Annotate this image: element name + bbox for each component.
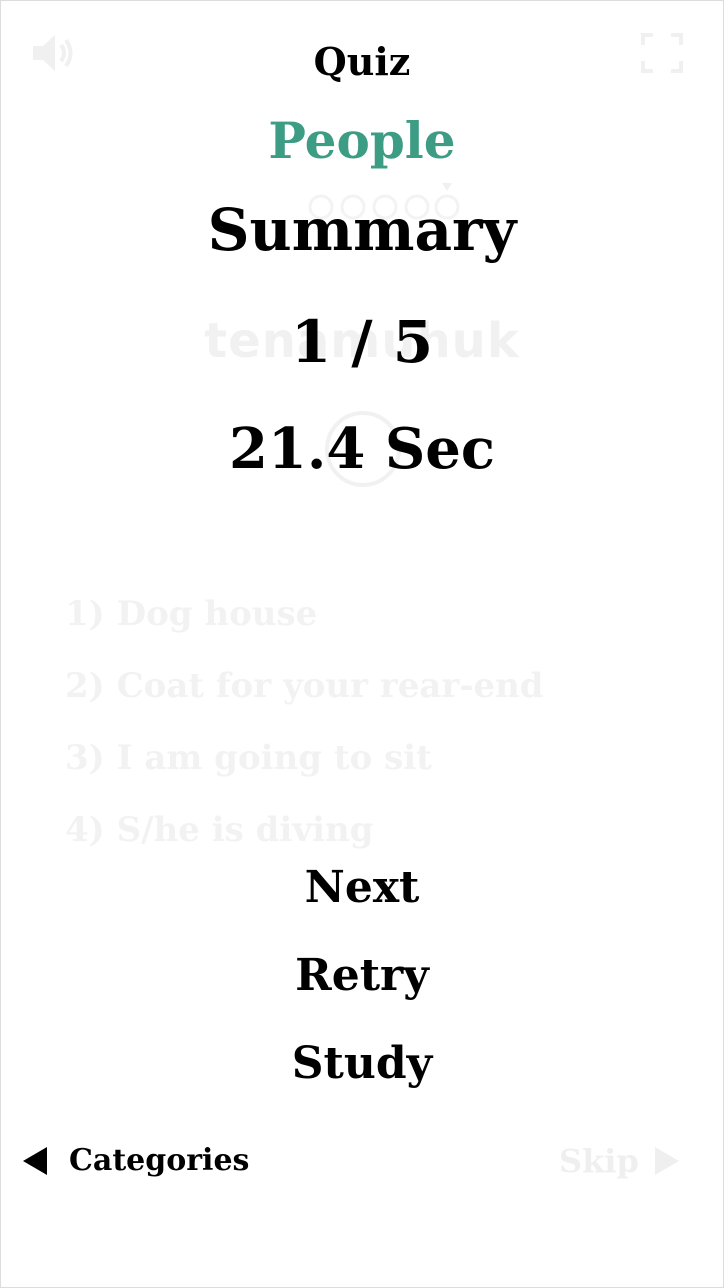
skip-label: Skip <box>559 1142 639 1180</box>
quiz-title: Quiz <box>313 39 411 84</box>
categories-button[interactable]: Categories <box>23 1141 249 1181</box>
background-layer: tenamuhuk 1) Dog house 2) Coat for your … <box>1 1 723 1287</box>
answer-option: 1) Dog house <box>65 594 318 634</box>
categories-label: Categories <box>69 1143 250 1178</box>
next-button[interactable]: Next <box>1 861 723 915</box>
back-arrow-icon <box>23 1147 47 1175</box>
answer-option: 2) Coat for your rear-end <box>65 666 544 706</box>
category-name: People <box>268 111 456 170</box>
score-value: 1 / 5 <box>290 308 434 376</box>
answer-options: 1) Dog house 2) Coat for your rear-end 3… <box>65 589 685 877</box>
study-button[interactable]: Study <box>1 1037 723 1091</box>
skip-button[interactable]: Skip <box>559 1141 679 1181</box>
app-frame: tenamuhuk 1) Dog house 2) Coat for your … <box>0 0 724 1288</box>
time-value: 21.4 Sec <box>228 416 496 482</box>
summary-heading: Summary <box>207 196 517 264</box>
forward-arrow-icon <box>654 1147 679 1175</box>
retry-button[interactable]: Retry <box>1 949 723 1003</box>
answer-option: 3) I am going to sit <box>65 738 432 778</box>
